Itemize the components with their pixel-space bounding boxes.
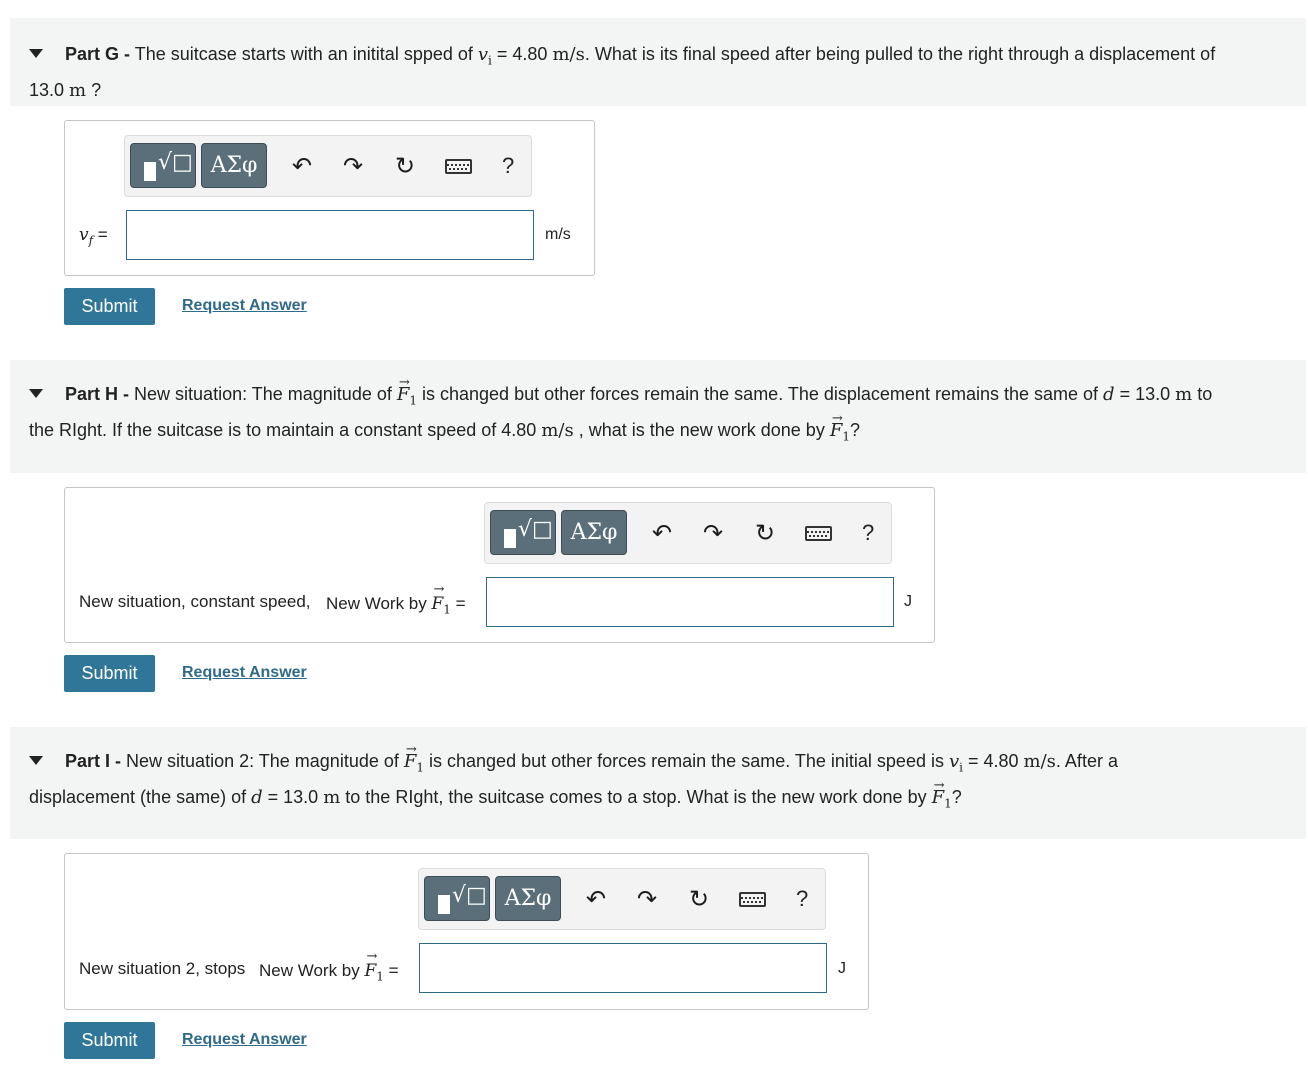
redo-icon[interactable]: ↷ — [343, 152, 363, 180]
part-h-text: New situation: The magnitude of F1 is ch… — [29, 368, 1212, 443]
part-g-answer-input[interactable] — [126, 210, 534, 260]
part-h-answer-input[interactable] — [486, 577, 894, 627]
part-i-text: New situation 2: The magnitude of F1 is … — [29, 735, 1118, 810]
undo-icon[interactable]: ↶ — [652, 519, 672, 547]
part-h-unit: J — [904, 593, 912, 610]
sqrt-template-icon: √□ — [452, 883, 487, 908]
templates-button[interactable]: √□ — [130, 143, 196, 188]
help-icon[interactable]: ? — [502, 153, 514, 179]
part-h-submit-button[interactable]: Submit — [64, 655, 155, 692]
undo-icon[interactable]: ↶ — [586, 885, 606, 913]
redo-icon[interactable]: ↷ — [637, 885, 657, 913]
part-g-submit-button[interactable]: Submit — [64, 288, 155, 325]
keyboard-icon[interactable] — [805, 526, 832, 541]
keyboard-icon[interactable] — [445, 159, 472, 174]
math-toolbar: √□ ΑΣφ ↶ ↷ ↻ ? — [484, 502, 892, 564]
reset-icon[interactable]: ↻ — [755, 519, 775, 547]
new-work-label: New Work by F1 = — [259, 949, 399, 983]
collapse-triangle-icon[interactable] — [29, 49, 43, 58]
part-h-prefix-label: New situation, constant speed, — [79, 592, 311, 611]
templates-button[interactable]: √□ — [424, 876, 490, 921]
part-i-header: Part I - New situation 2: The magnitude … — [10, 727, 1306, 839]
templates-button[interactable]: √□ — [490, 510, 556, 555]
part-g-request-answer-link[interactable]: Request Answer — [182, 297, 307, 315]
part-g-unit: m/s — [545, 226, 571, 243]
help-icon[interactable]: ? — [796, 886, 808, 912]
vf-label: vf = — [79, 225, 108, 248]
sqrt-template-icon: √□ — [518, 517, 553, 542]
reset-icon[interactable]: ↻ — [689, 885, 709, 913]
math-toolbar: √□ ΑΣφ ↶ ↷ ↻ ? — [418, 868, 826, 930]
part-i-answer-input[interactable] — [419, 943, 827, 993]
new-work-label: New Work by F1 = — [326, 582, 466, 616]
part-i-label: Part I - — [65, 751, 122, 771]
greek-symbols-button[interactable]: ΑΣφ — [495, 876, 561, 921]
redo-icon[interactable]: ↷ — [703, 519, 723, 547]
sqrt-template-icon: √□ — [158, 150, 193, 175]
part-h-request-answer-link[interactable]: Request Answer — [182, 664, 307, 682]
part-h-answer-box: √□ ΑΣφ ↶ ↷ ↻ ? New situation, constant s… — [64, 487, 935, 643]
math-toolbar: √□ ΑΣφ ↶ ↷ ↻ ? — [124, 135, 532, 197]
part-i-prefix-label: New situation 2, stops — [79, 959, 246, 978]
help-icon[interactable]: ? — [862, 520, 874, 546]
part-h-header: Part H - New situation: The magnitude of… — [10, 360, 1306, 473]
part-g-answer-box: √□ ΑΣφ ↶ ↷ ↻ ? vf = m/s — [64, 120, 595, 276]
part-i-submit-button[interactable]: Submit — [64, 1022, 155, 1059]
part-i-answer-box: √□ ΑΣφ ↶ ↷ ↻ ? New situation 2, stops Ne… — [64, 853, 869, 1010]
part-g-header: Part G - The suitcase starts with an ini… — [10, 18, 1306, 106]
undo-icon[interactable]: ↶ — [292, 152, 312, 180]
part-g-text: The suitcase starts with an initital spp… — [29, 44, 1216, 101]
greek-symbols-button[interactable]: ΑΣφ — [201, 143, 267, 188]
collapse-triangle-icon[interactable] — [29, 756, 43, 765]
keyboard-icon[interactable] — [739, 892, 766, 907]
reset-icon[interactable]: ↻ — [395, 152, 415, 180]
part-g-label: Part G - — [65, 44, 131, 64]
collapse-triangle-icon[interactable] — [29, 389, 43, 398]
part-h-label: Part H - — [65, 384, 130, 404]
greek-symbols-button[interactable]: ΑΣφ — [561, 510, 627, 555]
part-i-request-answer-link[interactable]: Request Answer — [182, 1031, 307, 1049]
part-i-unit: J — [838, 960, 846, 977]
